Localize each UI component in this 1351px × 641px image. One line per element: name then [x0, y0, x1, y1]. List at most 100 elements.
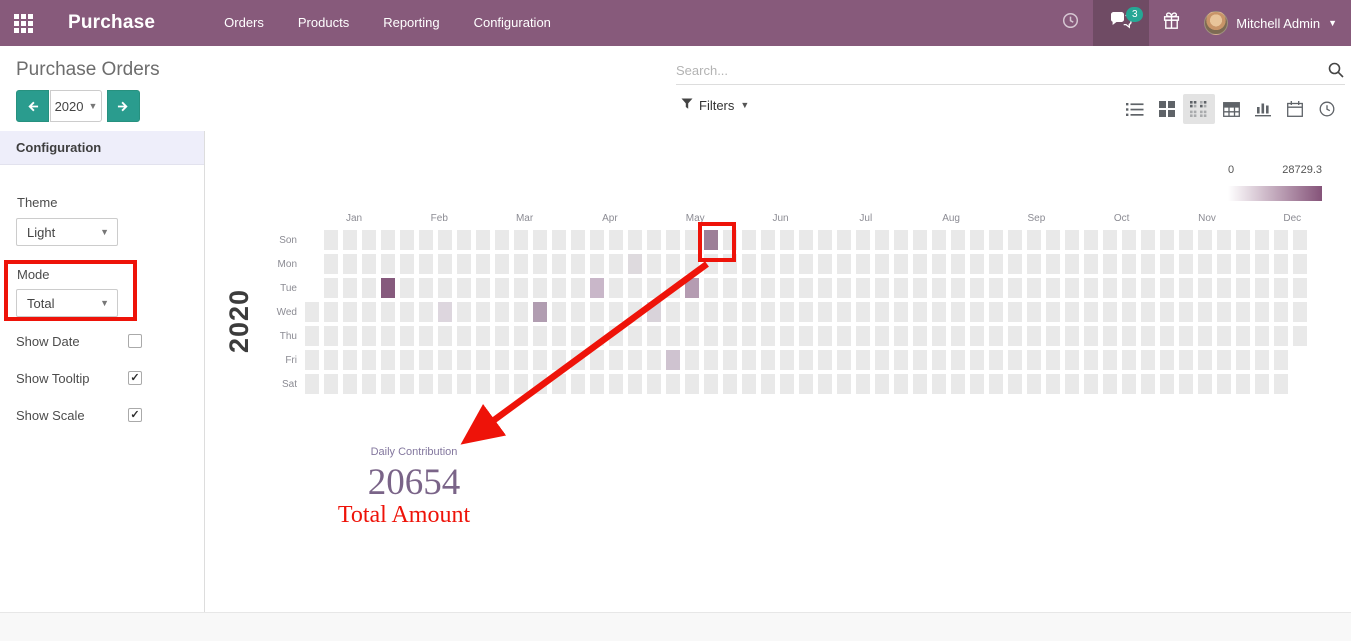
heatmap-cell[interactable] [400, 254, 414, 274]
heatmap-cell[interactable] [1141, 230, 1155, 250]
heatmap-cell[interactable] [761, 278, 775, 298]
heatmap-cell[interactable] [1179, 350, 1193, 370]
heatmap-cell[interactable] [324, 278, 338, 298]
heatmap-cell[interactable] [761, 326, 775, 346]
heatmap-cell[interactable] [1217, 254, 1231, 274]
heatmap-cell[interactable] [571, 374, 585, 394]
heatmap-cell[interactable] [1103, 230, 1117, 250]
heatmap-cell[interactable] [1122, 326, 1136, 346]
heatmap-cell[interactable] [533, 326, 547, 346]
heatmap-cell[interactable] [628, 278, 642, 298]
heatmap-cell[interactable] [514, 278, 528, 298]
heatmap-cell[interactable] [951, 374, 965, 394]
heatmap-cell[interactable] [457, 254, 471, 274]
heatmap-cell[interactable] [875, 278, 889, 298]
heatmap-cell[interactable] [799, 302, 813, 322]
heatmap-cell[interactable] [1084, 302, 1098, 322]
heatmap-cell-tue-w15[interactable] [590, 278, 604, 298]
heatmap-cell[interactable] [343, 254, 357, 274]
heatmap-cell[interactable] [875, 302, 889, 322]
heatmap-cell[interactable] [1046, 278, 1060, 298]
heatmap-cell[interactable] [818, 302, 832, 322]
heatmap-cell[interactable] [894, 230, 908, 250]
heatmap-cell[interactable] [1103, 350, 1117, 370]
heatmap-cell-wed-w12[interactable] [533, 302, 547, 322]
heatmap-cell[interactable] [552, 230, 566, 250]
heatmap-cell[interactable] [970, 254, 984, 274]
heatmap-cell[interactable] [457, 278, 471, 298]
heatmap-cell[interactable] [818, 350, 832, 370]
heatmap-cell[interactable] [533, 230, 547, 250]
heatmap-cell[interactable] [875, 350, 889, 370]
heatmap-cell[interactable] [343, 302, 357, 322]
heatmap-cell[interactable] [628, 374, 642, 394]
heatmap-cell[interactable] [419, 326, 433, 346]
heatmap-cell[interactable] [1274, 302, 1288, 322]
heatmap-cell[interactable] [1084, 230, 1098, 250]
heatmap-cell[interactable] [533, 254, 547, 274]
heatmap-cell[interactable] [552, 326, 566, 346]
heatmap-cell[interactable] [856, 374, 870, 394]
heatmap-cell[interactable] [780, 278, 794, 298]
heatmap-cell[interactable] [970, 278, 984, 298]
heatmap-cell[interactable] [913, 254, 927, 274]
heatmap-cell[interactable] [1065, 278, 1079, 298]
heatmap-cell[interactable] [1255, 302, 1269, 322]
heatmap-cell[interactable] [1198, 302, 1212, 322]
heatmap-cell[interactable] [1198, 278, 1212, 298]
heatmap-cell[interactable] [685, 230, 699, 250]
heatmap-cell[interactable] [894, 350, 908, 370]
heatmap-cell[interactable] [362, 374, 376, 394]
heatmap-cell[interactable] [571, 230, 585, 250]
heatmap-cell[interactable] [533, 350, 547, 370]
heatmap-cell[interactable] [1141, 350, 1155, 370]
heatmap-cell[interactable] [818, 326, 832, 346]
heatmap-cell[interactable] [400, 278, 414, 298]
heatmap-cell[interactable] [1255, 326, 1269, 346]
heatmap-cell[interactable] [913, 326, 927, 346]
heatmap-cell[interactable] [780, 350, 794, 370]
heatmap-cell[interactable] [1160, 254, 1174, 274]
heatmap-cell[interactable] [552, 278, 566, 298]
year-select[interactable]: 2020 ▼ [50, 90, 102, 122]
heatmap-cell-wed-w18[interactable] [647, 302, 661, 322]
heatmap-cell[interactable] [723, 302, 737, 322]
nav-item-orders[interactable]: Orders [211, 0, 277, 46]
mode-select[interactable]: Total ▼ [16, 289, 118, 317]
heatmap-cell[interactable] [742, 254, 756, 274]
heatmap-cell[interactable] [419, 350, 433, 370]
heatmap-cell[interactable] [989, 326, 1003, 346]
heatmap-cell[interactable] [951, 254, 965, 274]
heatmap-cell[interactable] [1065, 302, 1079, 322]
heatmap-cell[interactable] [894, 374, 908, 394]
heatmap-cell[interactable] [457, 374, 471, 394]
heatmap-cell[interactable] [1122, 350, 1136, 370]
heatmap-cell[interactable] [704, 302, 718, 322]
view-kanban-button[interactable] [1151, 94, 1183, 124]
heatmap-cell[interactable] [818, 374, 832, 394]
heatmap-cell[interactable] [1141, 302, 1155, 322]
heatmap-cell[interactable] [1160, 278, 1174, 298]
heatmap-cell[interactable] [476, 254, 490, 274]
heatmap-cell[interactable] [799, 230, 813, 250]
heatmap-cell[interactable] [1027, 350, 1041, 370]
heatmap-cell[interactable] [362, 302, 376, 322]
heatmap-cell[interactable] [419, 374, 433, 394]
heatmap-cell[interactable] [400, 230, 414, 250]
heatmap-cell[interactable] [970, 350, 984, 370]
heatmap-cell[interactable] [1141, 374, 1155, 394]
heatmap-cell[interactable] [1122, 302, 1136, 322]
heatmap-cell[interactable] [495, 254, 509, 274]
heatmap-cell[interactable] [894, 254, 908, 274]
heatmap-cell[interactable] [913, 350, 927, 370]
heatmap-cell[interactable] [571, 326, 585, 346]
heatmap-cell[interactable] [1274, 230, 1288, 250]
show-tooltip-checkbox[interactable]: ✓ [128, 371, 142, 385]
heatmap-cell[interactable] [951, 230, 965, 250]
heatmap-cell[interactable] [1027, 230, 1041, 250]
heatmap-cell-tue-w4[interactable] [381, 278, 395, 298]
heatmap-cell[interactable] [856, 350, 870, 370]
heatmap-cell[interactable] [1027, 374, 1041, 394]
heatmap-cell[interactable] [856, 302, 870, 322]
heatmap-cell[interactable] [1274, 254, 1288, 274]
